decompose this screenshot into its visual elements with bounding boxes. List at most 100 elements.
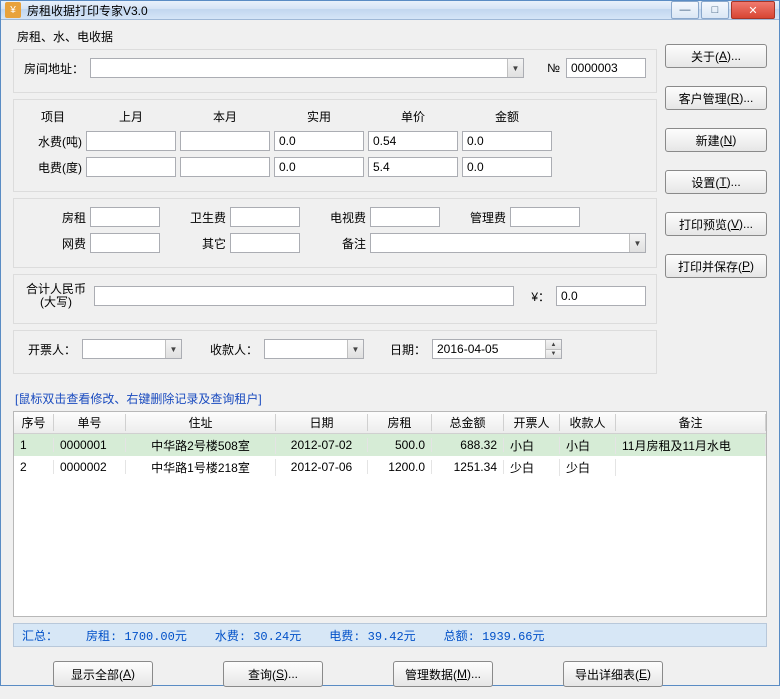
new-button[interactable]: 新建(N) — [665, 128, 767, 152]
net-label: 网费 — [24, 235, 86, 252]
group-total: 合计人民币 (大写) ¥： — [13, 274, 657, 324]
print-save-button[interactable]: 打印并保存(P) — [665, 254, 767, 278]
other-label: 其它 — [164, 235, 226, 252]
th-date[interactable]: 日期 — [276, 414, 368, 431]
elec-used-input[interactable] — [274, 157, 364, 177]
manage-data-button[interactable]: 管理数据(M)... — [393, 661, 493, 687]
group-people: 开票人： ▼ 收款人： ▼ 日期： 2016-04-05 — [13, 330, 657, 374]
summary-label: 汇总： — [22, 627, 58, 644]
table-row[interactable]: 10000001中华路2号楼508室2012-07-02500.0688.32小… — [14, 434, 766, 456]
table-body: 10000001中华路2号楼508室2012-07-02500.0688.32小… — [14, 434, 766, 616]
hdr-price: 单价 — [368, 108, 458, 125]
settings-button[interactable]: 设置(T)... — [665, 170, 767, 194]
hdr-this: 本月 — [180, 108, 270, 125]
th-drawer[interactable]: 开票人 — [504, 414, 560, 431]
app-icon: ¥ — [5, 2, 21, 18]
minimize-button[interactable]: — — [671, 1, 699, 19]
bottom-buttons: 显示全部(A) 查询(S)... 管理数据(M)... 导出详细表(E) — [13, 661, 767, 687]
show-all-button[interactable]: 显示全部(A) — [53, 661, 153, 687]
manage-label: 管理费 — [444, 209, 506, 226]
window-buttons: — □ ✕ — [671, 1, 775, 19]
water-this-input[interactable] — [180, 131, 270, 151]
export-detail-button[interactable]: 导出详细表(E) — [563, 661, 663, 687]
elec-last-input[interactable] — [86, 157, 176, 177]
drawer-combo[interactable]: ▼ — [82, 339, 182, 359]
elec-amount-input[interactable] — [462, 157, 552, 177]
water-last-input[interactable] — [86, 131, 176, 151]
payee-combo[interactable]: ▼ — [264, 339, 364, 359]
query-button[interactable]: 查询(S)... — [223, 661, 323, 687]
th-addr[interactable]: 住址 — [126, 414, 276, 431]
serial-input[interactable] — [566, 58, 646, 78]
group-fees: 房租 卫生费 电视费 管理费 网费 其它 备注 — [13, 198, 657, 268]
rent-label: 房租 — [24, 209, 86, 226]
chevron-down-icon: ▼ — [507, 59, 523, 77]
spin-up-icon[interactable]: ▲ — [545, 340, 561, 350]
th-rent[interactable]: 房租 — [368, 414, 432, 431]
total-label: 合计人民币 (大写) — [24, 283, 88, 309]
yen-symbol: ¥： — [520, 288, 550, 305]
hdr-used: 实用 — [274, 108, 364, 125]
clean-label: 卫生费 — [164, 209, 226, 226]
net-input[interactable] — [90, 233, 160, 253]
total-value-input[interactable] — [556, 286, 646, 306]
elec-this-input[interactable] — [180, 157, 270, 177]
tv-label: 电视费 — [304, 209, 366, 226]
rent-input[interactable] — [90, 207, 160, 227]
th-seq[interactable]: 序号 — [14, 414, 54, 431]
elec-label: 电费(度) — [24, 159, 82, 176]
water-price-input[interactable] — [368, 131, 458, 151]
window-title: 房租收据打印专家V3.0 — [27, 2, 671, 19]
side-buttons: 关于(A)... 客户管理(R)... 新建(N) 设置(T)... 打印预览(… — [665, 30, 767, 380]
app-window: ¥ 房租收据打印专家V3.0 — □ ✕ 房租、水、电收据 房间地址： ▼ — [0, 0, 780, 686]
about-button[interactable]: 关于(A)... — [665, 44, 767, 68]
summary-elec: 电费: 39.42元 — [329, 627, 415, 644]
summary-total: 总额: 1939.66元 — [444, 627, 545, 644]
manage-input[interactable] — [510, 207, 580, 227]
tv-input[interactable] — [370, 207, 440, 227]
clean-input[interactable] — [230, 207, 300, 227]
group-address: 房间地址： ▼ № — [13, 49, 657, 93]
titlebar: ¥ 房租收据打印专家V3.0 — □ ✕ — [1, 1, 779, 20]
chevron-down-icon: ▼ — [347, 340, 363, 358]
table-hint: [鼠标双击查看修改、右键删除记录及查询租户] — [15, 390, 765, 407]
close-button[interactable]: ✕ — [731, 1, 775, 19]
payee-label: 收款人： — [188, 341, 258, 358]
maximize-button[interactable]: □ — [701, 1, 729, 19]
serial-label: № — [530, 61, 560, 75]
chevron-down-icon: ▼ — [629, 234, 645, 252]
records-table: 序号 单号 住址 日期 房租 总金额 开票人 收款人 备注 10000001中华… — [13, 411, 767, 617]
water-label: 水费(吨) — [24, 133, 82, 150]
date-input[interactable]: 2016-04-05 ▲▼ — [432, 339, 562, 359]
hdr-project: 项目 — [24, 108, 82, 125]
date-label: 日期： — [370, 341, 426, 358]
hdr-last: 上月 — [86, 108, 176, 125]
hdr-amount: 金额 — [462, 108, 552, 125]
group-label: 房租、水、电收据 — [17, 28, 657, 45]
other-input[interactable] — [230, 233, 300, 253]
summary-water: 水费: 30.24元 — [215, 627, 301, 644]
total-daxie-input[interactable] — [94, 286, 514, 306]
customer-manage-button[interactable]: 客户管理(R)... — [665, 86, 767, 110]
table-row[interactable]: 20000002中华路1号楼218室2012-07-061200.01251.3… — [14, 456, 766, 478]
th-remark[interactable]: 备注 — [616, 414, 766, 431]
spin-down-icon[interactable]: ▼ — [545, 350, 561, 359]
drawer-label: 开票人： — [24, 341, 76, 358]
client-area: 房租、水、电收据 房间地址： ▼ № — [1, 20, 779, 699]
summary-bar: 汇总： 房租: 1700.00元 水费: 30.24元 电费: 39.42元 总… — [13, 623, 767, 647]
table-header: 序号 单号 住址 日期 房租 总金额 开票人 收款人 备注 — [14, 412, 766, 434]
print-preview-button[interactable]: 打印预览(V)... — [665, 212, 767, 236]
water-amount-input[interactable] — [462, 131, 552, 151]
remark-combo[interactable]: ▼ — [370, 233, 646, 253]
address-combo[interactable]: ▼ — [90, 58, 524, 78]
water-used-input[interactable] — [274, 131, 364, 151]
address-label: 房间地址： — [24, 60, 84, 77]
group-meters: 项目 上月 本月 实用 单价 金额 水费(吨) — [13, 99, 657, 192]
th-no[interactable]: 单号 — [54, 414, 126, 431]
chevron-down-icon: ▼ — [165, 340, 181, 358]
th-payee[interactable]: 收款人 — [560, 414, 616, 431]
th-total[interactable]: 总金额 — [432, 414, 504, 431]
elec-price-input[interactable] — [368, 157, 458, 177]
summary-rent: 房租: 1700.00元 — [86, 627, 187, 644]
remark-label: 备注 — [304, 235, 366, 252]
